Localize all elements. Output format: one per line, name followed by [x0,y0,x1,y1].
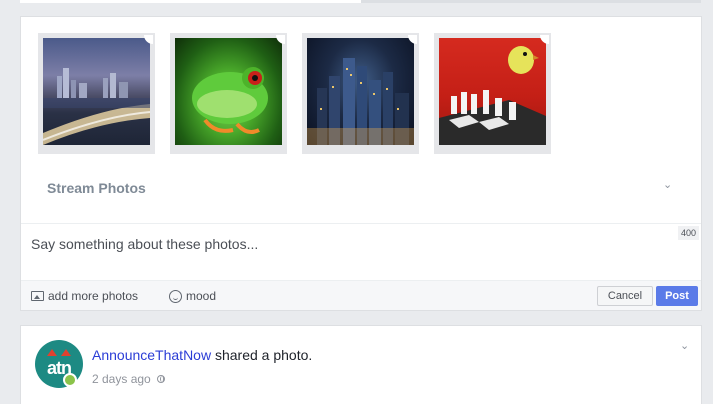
photo-city-night [307,38,414,145]
add-photos-button[interactable]: add more photos [31,289,138,303]
tab-active-indicator [20,0,361,3]
globe-icon [156,375,165,383]
mood-button[interactable]: mood [169,289,216,303]
tab-inactive-indicator [361,0,701,3]
smiley-icon [169,289,182,303]
photo-thumbnail[interactable] [170,33,287,154]
avatar-mark [61,349,71,356]
post-timestamp[interactable]: 2 days ago [92,372,151,386]
author-link[interactable]: AnnounceThatNow [92,347,211,363]
photo-composer: Stream Photos ⌄ 400 add more photos mood… [20,16,702,311]
city-skyline-art [43,68,150,145]
composer-action-bar: add more photos mood Cancel Post [21,280,701,310]
feed-post: atn AnnounceThatNow shared a photo. 2 da… [20,325,702,404]
avatar-mark [47,349,57,356]
status-text-area: 400 [21,223,701,280]
chevron-down-icon[interactable]: ⌄ [663,178,672,191]
mood-label: mood [186,289,217,303]
post-button[interactable]: Post [656,286,698,306]
post-action-text: shared a photo. [214,347,313,363]
top-tab-bar [20,0,701,3]
album-label: Stream Photos [47,180,146,196]
chess-bird-art [439,46,546,145]
char-counter: 400 [677,226,699,240]
photo-thumbnail[interactable] [38,33,155,154]
post-header: AnnounceThatNow shared a photo. [92,347,312,363]
photo-chess-bird [439,38,546,145]
photo-caption-input[interactable] [31,234,671,254]
photo-city-skyline [43,38,150,145]
post-meta: 2 days ago [92,372,165,386]
cancel-button[interactable]: Cancel [597,286,653,306]
frog-art [192,67,268,134]
night-city-art [307,58,414,145]
chevron-down-icon[interactable]: ⌄ [680,339,689,352]
add-photos-label: add more photos [48,289,139,303]
photo-thumbnail[interactable] [434,33,551,154]
online-status-dot [63,373,77,387]
photo-green-frog [175,38,282,145]
photo-icon [31,291,44,301]
photo-thumbnail[interactable] [302,33,419,154]
